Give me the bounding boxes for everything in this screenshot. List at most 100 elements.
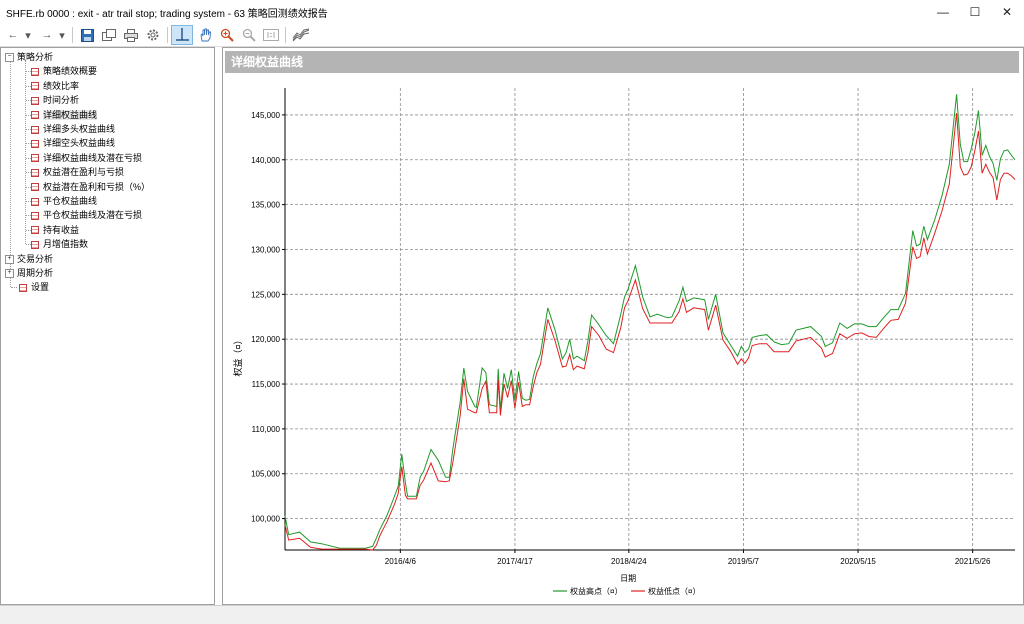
tree-item[interactable]: 权益潜在盈利与亏损 bbox=[31, 165, 124, 179]
tree-item[interactable]: 月增值指数 bbox=[31, 237, 88, 251]
y-axis-label: 权益（¤） bbox=[232, 335, 243, 376]
zoom-out-button[interactable] bbox=[240, 26, 258, 44]
tree-connector bbox=[25, 60, 26, 245]
y-tick-label: 110,000 bbox=[252, 425, 281, 434]
series-low-line bbox=[284, 113, 1016, 551]
save-button[interactable] bbox=[78, 26, 96, 44]
expand-icon[interactable]: + bbox=[5, 269, 14, 279]
collapse-icon[interactable]: − bbox=[5, 53, 14, 63]
y-tick-label: 100,000 bbox=[251, 515, 280, 524]
chart-legend: 权益高点（¤） 权益低点（¤） bbox=[553, 586, 700, 596]
back-button[interactable]: ← bbox=[4, 26, 22, 44]
report-icon bbox=[31, 197, 39, 206]
close-icon: ✕ bbox=[1001, 5, 1013, 19]
x-tick-label: 2019/5/7 bbox=[728, 557, 760, 566]
report-icon bbox=[19, 284, 27, 293]
tree-item[interactable]: 策略绩效概要 bbox=[31, 64, 97, 78]
dropdown-arrow-icon: ▾ bbox=[25, 29, 31, 42]
chart-grid bbox=[285, 88, 1015, 550]
crosshair-tool-button[interactable] bbox=[171, 25, 193, 45]
report-icon bbox=[31, 226, 39, 235]
x-tick-label: 2016/4/6 bbox=[385, 557, 417, 566]
y-tick-label: 130,000 bbox=[251, 245, 280, 254]
toolbar: ← ▾ → ▾ bbox=[0, 24, 1024, 47]
zoom-in-icon bbox=[220, 28, 234, 42]
toolbar-separator bbox=[167, 27, 168, 43]
tree-item[interactable]: 详细权益曲线及潜在亏损 bbox=[31, 151, 142, 165]
tree-item-label: 详细多头权益曲线 bbox=[43, 124, 116, 134]
settings-button[interactable] bbox=[144, 26, 162, 44]
chart-lines-icon bbox=[292, 28, 310, 42]
x-tick-label: 2018/4/24 bbox=[611, 557, 647, 566]
tree-item[interactable]: + 周期分析 bbox=[5, 266, 53, 280]
zoom-reset-button[interactable] bbox=[262, 26, 280, 44]
window-title: SHFE.rb 0000 : exit - atr trail stop; tr… bbox=[6, 9, 328, 20]
panel-header: 详细权益曲线 bbox=[225, 51, 1019, 73]
report-icon bbox=[31, 111, 39, 120]
x-tick-label: 2021/5/26 bbox=[955, 557, 991, 566]
tree-item-label: 持有收益 bbox=[43, 224, 80, 235]
report-icon bbox=[31, 168, 39, 177]
zoom-in-button[interactable] bbox=[218, 26, 236, 44]
report-icon bbox=[31, 154, 39, 163]
y-axis: 100,000 105,000 110,000 115,000 120,000 125,0… bbox=[251, 88, 286, 550]
tree-item[interactable]: 详细多头权益曲线 bbox=[31, 122, 115, 136]
toolbar-separator bbox=[72, 27, 73, 43]
maximize-icon: ☐ bbox=[969, 5, 981, 19]
report-icon bbox=[31, 183, 39, 192]
tree-item[interactable]: 权益潜在盈利和亏损（%） bbox=[31, 180, 150, 194]
crosshair-icon bbox=[176, 28, 189, 41]
close-button[interactable]: ✕ bbox=[991, 0, 1023, 24]
y-tick-label: 145,000 bbox=[251, 111, 280, 120]
tree-item-label: 详细空头权益曲线 bbox=[43, 138, 116, 149]
tree-item[interactable]: 时间分析 bbox=[31, 93, 79, 107]
toolbar-separator bbox=[285, 27, 286, 43]
title-bar: SHFE.rb 0000 : exit - atr trail stop; tr… bbox=[0, 0, 1024, 24]
tree-item-label: 策略绩效概要 bbox=[43, 66, 98, 77]
dropdown-arrow-icon: ▾ bbox=[59, 29, 65, 42]
tree-item-label: 权益潜在盈利与亏损 bbox=[43, 167, 125, 178]
legend-label: 权益高点（¤） bbox=[570, 586, 622, 596]
equity-chart[interactable]: 100,000 105,000 110,000 115,000 120,000 125,0… bbox=[223, 74, 1023, 604]
tree-item[interactable]: 详细空头权益曲线 bbox=[31, 136, 115, 150]
x-axis-label: 日期 bbox=[620, 574, 636, 583]
tree-item[interactable]: − 策略分析 bbox=[5, 50, 53, 64]
printer-icon bbox=[124, 28, 138, 42]
report-icon bbox=[31, 212, 39, 221]
zoom-reset-icon bbox=[263, 29, 279, 41]
tree-item-label: 交易分析 bbox=[17, 253, 54, 264]
chart-panel: 详细权益曲线 100,000 105,000 110,000 115,000 120,0… bbox=[222, 47, 1024, 605]
tree-item[interactable]: 持有收益 bbox=[31, 223, 79, 237]
minimize-button[interactable]: — bbox=[927, 0, 959, 24]
report-icon bbox=[31, 82, 39, 91]
tree-item[interactable]: 详细权益曲线 bbox=[31, 108, 98, 122]
chart-options-button[interactable] bbox=[290, 26, 312, 44]
forward-arrow-icon: → bbox=[41, 29, 53, 41]
pan-tool-button[interactable] bbox=[196, 26, 214, 44]
navigation-tree: − 策略分析策略绩效概要绩效比率 时间分析 详细权益曲线详细多头权益曲线 详细空头权益曲… bbox=[0, 47, 215, 605]
maximize-button[interactable]: ☐ bbox=[959, 0, 991, 24]
report-icon bbox=[31, 125, 39, 134]
y-tick-label: 120,000 bbox=[251, 335, 280, 344]
print-button[interactable] bbox=[122, 26, 140, 44]
tree-item[interactable]: 设置 bbox=[5, 280, 49, 294]
x-axis: 2016/4/6 2017/4/17 2018/4/24 2019/5/7 2020/5… bbox=[285, 549, 1015, 566]
forward-button[interactable]: → bbox=[38, 26, 56, 44]
copy-icon bbox=[102, 29, 116, 41]
forward-dropdown-button[interactable]: ▾ bbox=[56, 26, 68, 44]
copy-button[interactable] bbox=[100, 26, 118, 44]
x-tick-label: 2020/5/15 bbox=[840, 557, 876, 566]
tree-item-label: 设置 bbox=[31, 282, 50, 293]
back-arrow-icon: ← bbox=[7, 29, 19, 41]
tree-item[interactable]: 绩效比率 bbox=[31, 79, 79, 93]
zoom-out-icon bbox=[242, 28, 256, 42]
tree-item-label: 平仓权益曲线及潜在亏损 bbox=[43, 210, 143, 221]
status-bar bbox=[0, 605, 1024, 624]
expand-icon[interactable]: + bbox=[5, 254, 14, 264]
tree-item[interactable]: + 交易分析 bbox=[5, 252, 53, 266]
tree-item[interactable]: 平仓权益曲线及潜在亏损 bbox=[31, 208, 142, 222]
back-dropdown-button[interactable]: ▾ bbox=[22, 26, 34, 44]
tree-item[interactable]: 平仓权益曲线 bbox=[31, 194, 97, 208]
tree-item-label: 周期分析 bbox=[17, 268, 54, 278]
y-tick-label: 115,000 bbox=[252, 380, 281, 389]
